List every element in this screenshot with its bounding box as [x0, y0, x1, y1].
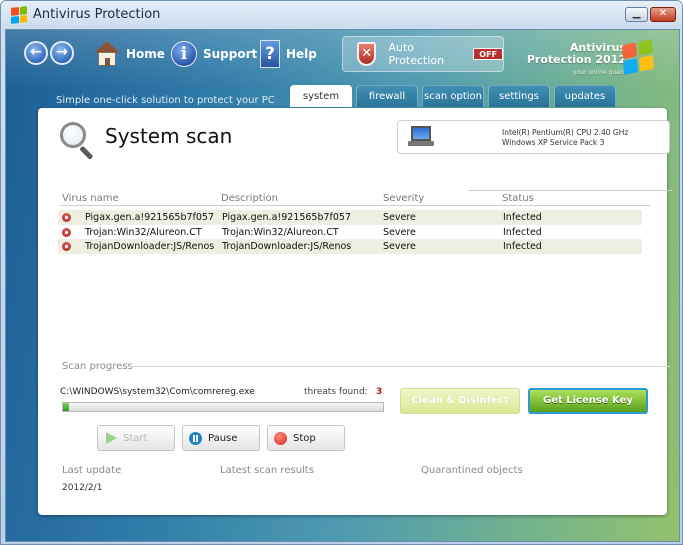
- col-header-description[interactable]: Description: [221, 193, 278, 204]
- info-icon: i: [171, 41, 197, 67]
- product-brand: Antivirus Protection 2012 your online gu…: [526, 42, 626, 79]
- shield-icon: ✕: [357, 42, 377, 66]
- app-window: Antivirus Protection ▁ ✕ ← → Home i Supp…: [0, 0, 683, 545]
- auto-protection-label: Auto Protection: [388, 41, 445, 67]
- tab-settings[interactable]: settings: [488, 85, 550, 107]
- virus-name: Trojan:Win32/Alureon.CT: [85, 226, 202, 238]
- virus-severity: Severe: [383, 241, 416, 252]
- virus-name: TrojanDownloader:JS/Renos: [85, 241, 215, 252]
- cpu-info: Intel(R) Pentium(R) CPU 2.40 GHz: [502, 128, 629, 137]
- virus-severity: Severe: [383, 226, 416, 238]
- stop-label: Stop: [293, 432, 316, 444]
- brand-tagline: your online guard: [572, 69, 626, 76]
- play-icon: [106, 432, 117, 444]
- window-title: Antivirus Protection: [33, 7, 161, 22]
- laptop-icon: [408, 126, 434, 148]
- brand-logo-quad-green: [637, 39, 653, 56]
- table-row[interactable]: TrojanDownloader:JS/Renos TrojanDownload…: [58, 239, 642, 254]
- brand-logo-icon: [621, 39, 655, 75]
- tab-scan-option[interactable]: scan option: [422, 85, 484, 107]
- virus-icon: [62, 242, 71, 251]
- auto-protection-status-badge[interactable]: OFF: [473, 48, 503, 60]
- auto-protection-toggle[interactable]: ✕ Auto Protection OFF: [342, 36, 504, 72]
- home-icon: [94, 41, 120, 67]
- magnifier-icon: [60, 122, 96, 160]
- close-button[interactable]: ✕: [650, 7, 676, 22]
- virus-status: Infected: [503, 241, 542, 252]
- windows-logo-icon: [11, 6, 27, 24]
- help-book-icon: ?: [260, 40, 280, 68]
- threats-found-count: 3: [376, 387, 383, 397]
- quarantined-objects-label: Quarantined objects: [421, 465, 523, 476]
- scan-progress-divider: [130, 366, 670, 367]
- brand-logo-quad-yellow: [639, 54, 655, 72]
- tagline: Simple one-click solution to protect you…: [56, 95, 275, 106]
- system-info-box: Intel(R) Pentium(R) CPU 2.40 GHz Windows…: [397, 120, 670, 154]
- brand-line-2: Protection 2012: [526, 53, 626, 66]
- minimize-button[interactable]: ▁: [625, 7, 648, 22]
- stop-icon: [274, 431, 287, 445]
- support-label: Support: [203, 47, 258, 61]
- virus-severity: Severe: [383, 212, 416, 223]
- get-license-key-button[interactable]: Get License Key: [528, 388, 648, 414]
- tab-bar: system scan firewall scan option setting…: [290, 85, 616, 123]
- col-header-status[interactable]: Status: [502, 193, 534, 204]
- pause-icon: [189, 431, 202, 445]
- page-title: System scan: [105, 124, 233, 148]
- tab-firewall[interactable]: firewall: [356, 85, 418, 107]
- virus-icon: [62, 213, 71, 222]
- virus-status: Infected: [503, 226, 542, 238]
- scan-progress-label: Scan progress: [62, 361, 133, 372]
- current-scan-file: C:\WINDOWS\system32\Com\comrereg.exe: [60, 387, 255, 397]
- threats-found-label: threats found:: [304, 387, 368, 397]
- table-row[interactable]: Pigax.gen.a!921565b7f057 Pigax.gen.a!921…: [58, 210, 642, 225]
- logo-quad-yellow: [19, 14, 27, 23]
- tab-updates[interactable]: updates: [554, 85, 616, 107]
- brand-logo-quad-blue: [623, 58, 639, 75]
- table-row[interactable]: Trojan:Win32/Alureon.CT Trojan:Win32/Alu…: [58, 225, 642, 240]
- scan-progress-bar: [62, 402, 384, 412]
- table-header: Virus name Description Severity Status: [60, 190, 672, 206]
- os-info: Windows XP Service Pack 3: [502, 138, 605, 147]
- pause-button[interactable]: Pause: [182, 425, 260, 451]
- home-button[interactable]: Home: [94, 39, 165, 69]
- col-header-virus-name[interactable]: Virus name: [62, 193, 119, 204]
- brand-logo-quad-red: [621, 42, 637, 60]
- logo-quad-blue: [11, 15, 19, 24]
- start-button[interactable]: Start: [97, 425, 175, 451]
- forward-button[interactable]: →: [50, 41, 74, 65]
- logo-quad-red: [11, 7, 19, 16]
- virus-description: TrojanDownloader:JS/Renos: [222, 241, 352, 252]
- logo-quad-green: [19, 6, 27, 15]
- home-label: Home: [126, 47, 165, 61]
- header-divider-top: [468, 190, 672, 191]
- system-scan-panel: System scan Intel(R) Pentium(R) CPU 2.40…: [38, 108, 672, 515]
- start-label: Start: [123, 432, 148, 444]
- header-divider: [60, 205, 650, 206]
- pause-label: Pause: [208, 432, 238, 444]
- virus-icon: [62, 227, 71, 237]
- scan-progress-fill: [63, 403, 70, 411]
- virus-status: Infected: [503, 212, 542, 223]
- last-update-label: Last update: [62, 465, 122, 476]
- clean-disinfect-button[interactable]: Clean & Disinfect: [400, 388, 520, 414]
- latest-scan-results-label: Latest scan results: [220, 465, 314, 476]
- app-client-area: ← → Home i Support ? Help ✕ Auto Protect…: [5, 29, 680, 542]
- virus-description: Trojan:Win32/Alureon.CT: [222, 226, 339, 238]
- col-header-severity[interactable]: Severity: [383, 193, 424, 204]
- system-info-text: Intel(R) Pentium(R) CPU 2.40 GHz Windows…: [502, 128, 628, 148]
- stop-button[interactable]: Stop: [267, 425, 345, 451]
- virus-description: Pigax.gen.a!921565b7f057: [222, 212, 352, 223]
- back-button[interactable]: ←: [24, 41, 48, 65]
- tab-system-scan[interactable]: system scan: [290, 85, 352, 123]
- virus-table: Pigax.gen.a!921565b7f057 Pigax.gen.a!921…: [58, 210, 642, 254]
- support-button[interactable]: i Support: [171, 39, 257, 69]
- help-button[interactable]: ? Help: [260, 39, 317, 69]
- title-bar[interactable]: Antivirus Protection ▁ ✕: [1, 1, 682, 29]
- help-label: Help: [286, 47, 317, 61]
- last-update-value: 2012/2/1: [62, 483, 103, 493]
- virus-name: Pigax.gen.a!921565b7f057: [85, 212, 215, 223]
